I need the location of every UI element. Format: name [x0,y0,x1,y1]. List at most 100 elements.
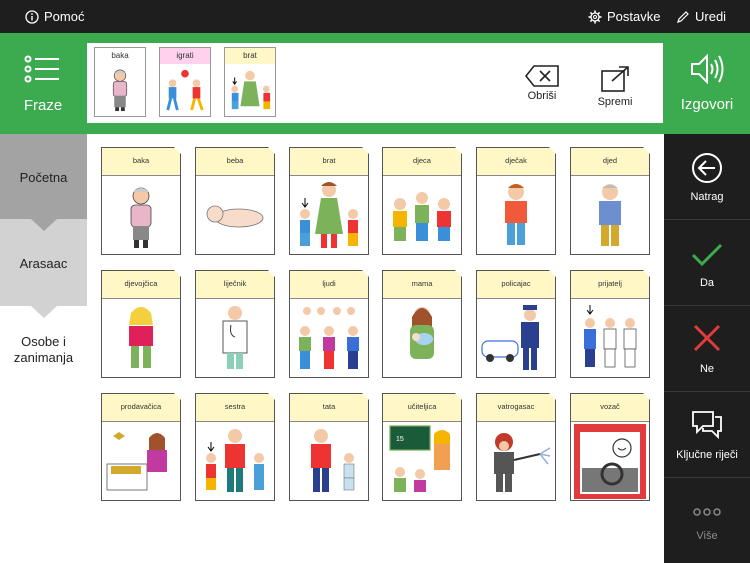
symbol-pictogram [222,306,248,369]
symbol-pictogram [311,429,355,492]
keywords-label: Ključne riječi [676,449,738,461]
symbol-card[interactable]: mama [382,270,462,378]
symbol-pictogram [299,307,359,369]
symbol-card[interactable]: djevojčica [101,270,181,378]
backspace-icon [524,65,559,87]
symbol-card[interactable]: prodavačica [101,393,181,501]
back-button[interactable]: Natrag [664,134,750,220]
card-fold-corner [362,270,369,277]
card-fold-corner [455,147,462,154]
card-fold-corner [362,147,369,154]
save-button[interactable]: Spremi [585,65,645,108]
category-people-professions[interactable]: Osobe i zanimanja [0,306,87,386]
symbol-card-label: brat [290,148,368,176]
brother-pictogram [231,70,271,110]
card-fold-corner [174,147,181,154]
card-fold-corner [643,270,650,277]
card-fold-corner [268,393,275,400]
message-card[interactable]: igrati [159,47,211,117]
message-card[interactable]: baka [94,47,146,117]
symbol-pictogram [494,433,551,492]
symbol-card[interactable]: djed [570,147,650,255]
symbol-pictogram [393,192,451,241]
symbol-card-label: sestra [196,394,274,422]
message-card-label: brat [225,48,275,64]
category-label: Arasaac [19,256,68,271]
symbol-card[interactable]: tata [289,393,369,501]
category-label: Početna [19,170,68,185]
card-fold-corner [549,393,556,400]
clear-button[interactable]: Obriši [512,65,572,102]
symbol-card[interactable]: beba [195,147,275,255]
pencil-icon [677,10,689,23]
play-pictogram [166,69,204,111]
symbol-card-label: beba [196,148,274,176]
category-arasaac[interactable]: Arasaac [0,219,87,306]
symbol-card[interactable]: prijatelj [570,270,650,378]
speak-button[interactable]: Izgovori [664,33,750,134]
symbol-grid: baka beba brat djeca dječak djed djevojčica lij… [87,134,664,563]
symbol-pictogram [505,184,527,245]
grandmother-pictogram [112,69,128,112]
help-button[interactable]: Pomoć [25,9,84,24]
symbol-card-label: ljudi [290,271,368,299]
symbol-pictogram [481,305,539,370]
card-fold-corner [549,270,556,277]
yes-button[interactable]: Da [664,220,750,306]
symbol-pictogram: 15 [389,425,450,492]
card-fold-corner [455,393,462,400]
info-icon [25,9,39,24]
share-icon [601,66,629,92]
category-label: Osobe i zanimanja [13,334,74,365]
symbol-card[interactable]: ljudi [289,270,369,378]
list-icon [24,55,59,83]
gear-icon [588,10,602,23]
action-panel: Natrag Da Ne Ključne riječi Više [664,134,750,563]
symbol-card[interactable]: vozač [570,393,650,501]
category-arrow [31,219,57,231]
phrase-bar: Fraze baka igrati brat Obriši Spremi Izg… [0,33,750,134]
symbol-card[interactable]: vatrogasac [476,393,556,501]
card-fold-corner [268,270,275,277]
symbol-card[interactable]: učiteljica 15 [382,393,462,501]
message-card-label: baka [111,51,129,60]
edit-label: Uredi [695,9,727,24]
no-label: Ne [699,363,715,375]
symbol-card[interactable]: policajac [476,270,556,378]
category-home[interactable]: Početna [0,134,87,219]
arrow-left-circle-icon [692,153,722,183]
card-fold-corner [643,147,650,154]
phrases-button[interactable]: Fraze [0,33,86,134]
message-window[interactable]: baka igrati brat Obriši Spremi [87,43,663,123]
symbol-pictogram [106,432,167,491]
symbol-card[interactable]: sestra [195,393,275,501]
symbol-card[interactable]: baka [101,147,181,255]
symbol-pictogram [410,307,434,359]
symbol-card[interactable]: brat [289,147,369,255]
close-icon [693,324,721,352]
symbol-card[interactable]: djeca [382,147,462,255]
help-label: Pomoć [44,9,85,24]
symbol-card[interactable]: liječnik [195,270,275,378]
message-card-label: igrati [160,48,210,64]
card-fold-corner [268,147,275,154]
symbol-card-label: učiteljica [383,394,461,422]
message-card[interactable]: brat [224,47,276,117]
symbol-card-label: vatrogasac [477,394,555,422]
top-bar: Pomoć Postavke Uredi [0,0,750,33]
keywords-button[interactable]: Ključne riječi [664,392,750,478]
ellipsis-icon [693,508,721,516]
symbol-card[interactable]: dječak [476,147,556,255]
settings-button[interactable]: Postavke [588,9,660,24]
symbol-card-label: djed [571,148,649,176]
no-button[interactable]: Ne [664,306,750,392]
symbol-pictogram [574,424,646,499]
more-button[interactable]: Više [664,478,750,563]
card-fold-corner [549,147,556,154]
back-label: Natrag [690,191,724,203]
symbol-card-label: baka [102,148,180,176]
symbol-card-label: prodavačica [102,394,180,422]
card-fold-corner [643,393,650,400]
edit-button[interactable]: Uredi [676,9,726,24]
card-fold-corner [174,393,181,400]
